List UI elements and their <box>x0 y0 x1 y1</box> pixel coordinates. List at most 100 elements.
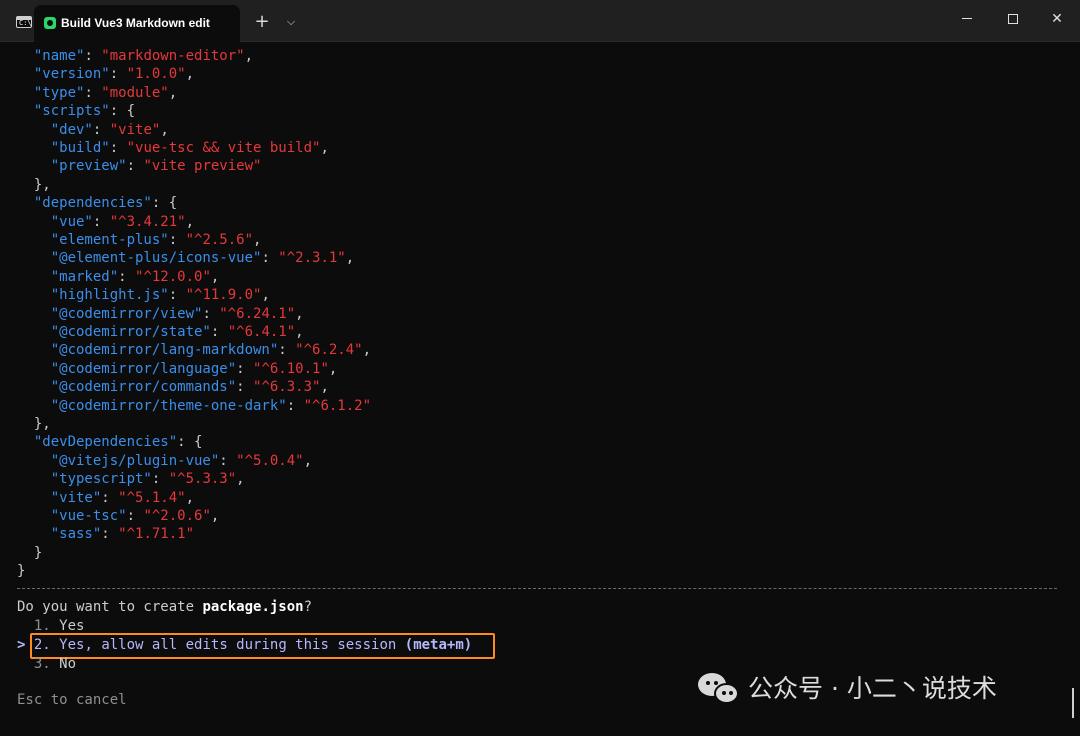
json-punctuation: : <box>168 232 186 248</box>
option-no[interactable]: 3. No <box>17 655 76 674</box>
json-punctuation: , <box>236 471 245 488</box>
json-punctuation: , <box>185 213 195 230</box>
json-key: "scripts" <box>33 103 110 120</box>
json-punctuation: , <box>345 250 355 267</box>
json-punctuation: : <box>168 287 186 304</box>
json-punctuation <box>17 471 51 487</box>
json-key: "marked" <box>50 268 119 285</box>
json-punctuation: , <box>210 268 220 285</box>
close-icon: ✕ <box>1051 11 1063 27</box>
new-tab-button[interactable]: + <box>248 8 276 36</box>
json-key: "name" <box>33 48 85 64</box>
json-line: }, <box>17 415 51 434</box>
json-punctuation: : { <box>177 434 203 451</box>
tab-dropdown-button[interactable]: ⌵ <box>280 8 302 36</box>
json-line: "name": "markdown-editor", <box>17 47 253 66</box>
close-button[interactable]: ✕ <box>1034 4 1080 34</box>
json-punctuation: : <box>236 360 254 377</box>
json-punctuation: : { <box>109 103 136 120</box>
json-punctuation <box>17 232 51 248</box>
json-punctuation: , <box>320 140 329 156</box>
json-key: "dev" <box>50 121 93 138</box>
json-punctuation <box>17 66 34 82</box>
json-string: "^5.1.4" <box>118 489 186 506</box>
json-string: "vite" <box>109 121 161 138</box>
json-punctuation: : <box>92 121 110 138</box>
text-cursor <box>1072 688 1074 718</box>
wechat-eye <box>722 691 726 695</box>
json-line: "highlight.js": "^11.9.0", <box>17 286 270 305</box>
json-string: "1.0.0" <box>126 66 186 83</box>
minimize-icon <box>962 18 972 19</box>
json-line: "vue": "^3.4.21", <box>17 213 194 232</box>
option-number: 1. <box>33 618 51 634</box>
json-line: "@element-plus/icons-vue": "^2.3.1", <box>17 249 354 268</box>
json-key: "@codemirror/view" <box>50 305 203 322</box>
maximize-button[interactable] <box>990 4 1036 34</box>
terminal-output[interactable]: "name": "markdown-editor", "version": "1… <box>0 42 1080 736</box>
json-key: "sass" <box>50 526 102 543</box>
json-key: "preview" <box>50 158 127 175</box>
minimize-button[interactable] <box>944 4 990 34</box>
json-punctuation <box>17 324 51 340</box>
terminal-icon[interactable]: C:\ <box>16 16 32 28</box>
json-line: "@codemirror/state": "^6.4.1", <box>17 323 304 342</box>
json-line: } <box>17 562 25 581</box>
json-punctuation: , <box>303 452 313 469</box>
question-prefix: Do you want to create <box>17 599 203 615</box>
json-key: "type" <box>33 84 85 101</box>
tab-build-vue3-markdown[interactable]: Build Vue3 Markdown edit <box>34 5 240 42</box>
json-string: "^11.9.0" <box>185 287 262 304</box>
json-line: "dependencies": { <box>17 194 177 213</box>
json-punctuation <box>17 379 51 395</box>
json-key: "@vitejs/plugin-vue" <box>50 452 220 469</box>
wechat-icon <box>698 671 740 707</box>
json-punctuation: , <box>320 379 329 396</box>
json-line: "marked": "^12.0.0", <box>17 268 220 287</box>
json-punctuation: }, <box>17 416 51 432</box>
json-punctuation: : <box>236 379 254 396</box>
json-punctuation <box>17 48 34 64</box>
json-punctuation: , <box>261 287 270 304</box>
json-string: "module" <box>101 84 169 101</box>
prompt-question: Do you want to create package.json? <box>17 598 312 617</box>
json-string: "^5.3.3" <box>168 471 237 488</box>
json-line: "element-plus": "^2.5.6", <box>17 231 262 250</box>
json-punctuation <box>17 158 51 174</box>
json-punctuation: : <box>101 489 119 506</box>
json-key: "element-plus" <box>50 232 169 248</box>
json-string: "^6.2.4" <box>295 342 363 359</box>
json-line: "vue-tsc": "^2.0.6", <box>17 507 220 526</box>
option-number: 3. <box>33 656 51 672</box>
json-line: "@vitejs/plugin-vue": "^5.0.4", <box>17 452 312 471</box>
json-punctuation <box>17 214 51 230</box>
json-punctuation: : { <box>151 195 178 212</box>
json-punctuation: : <box>92 213 110 230</box>
json-punctuation <box>17 269 51 285</box>
question-file: package.json <box>202 599 304 615</box>
json-punctuation: : <box>210 324 228 340</box>
json-line: "@codemirror/commands": "^6.3.3", <box>17 378 329 397</box>
json-line: "@codemirror/language": "^6.10.1", <box>17 360 338 379</box>
option-caret <box>17 618 25 634</box>
json-line: "dev": "vite", <box>17 121 169 140</box>
json-punctuation: : <box>109 66 127 83</box>
json-punctuation: , <box>328 360 338 377</box>
json-line: "preview": "vite preview" <box>17 157 262 176</box>
json-key: "typescript" <box>50 471 152 488</box>
json-punctuation: : <box>126 158 144 175</box>
json-string: "^1.71.1" <box>118 526 195 543</box>
json-line: "scripts": { <box>17 102 135 121</box>
json-punctuation <box>17 122 51 138</box>
json-string: "^6.1.2" <box>303 397 372 414</box>
json-punctuation: , <box>160 121 169 138</box>
json-string: "vite preview" <box>143 158 262 175</box>
json-line: }, <box>17 176 51 195</box>
json-punctuation <box>17 195 34 211</box>
question-suffix: ? <box>303 599 313 615</box>
json-key: "dependencies" <box>33 195 152 212</box>
json-punctuation <box>17 526 51 542</box>
json-key: "@codemirror/state" <box>50 324 211 340</box>
json-string: "^6.3.3" <box>253 379 321 396</box>
wechat-watermark: 公众号 · 小二丶说技术 <box>698 669 1058 709</box>
